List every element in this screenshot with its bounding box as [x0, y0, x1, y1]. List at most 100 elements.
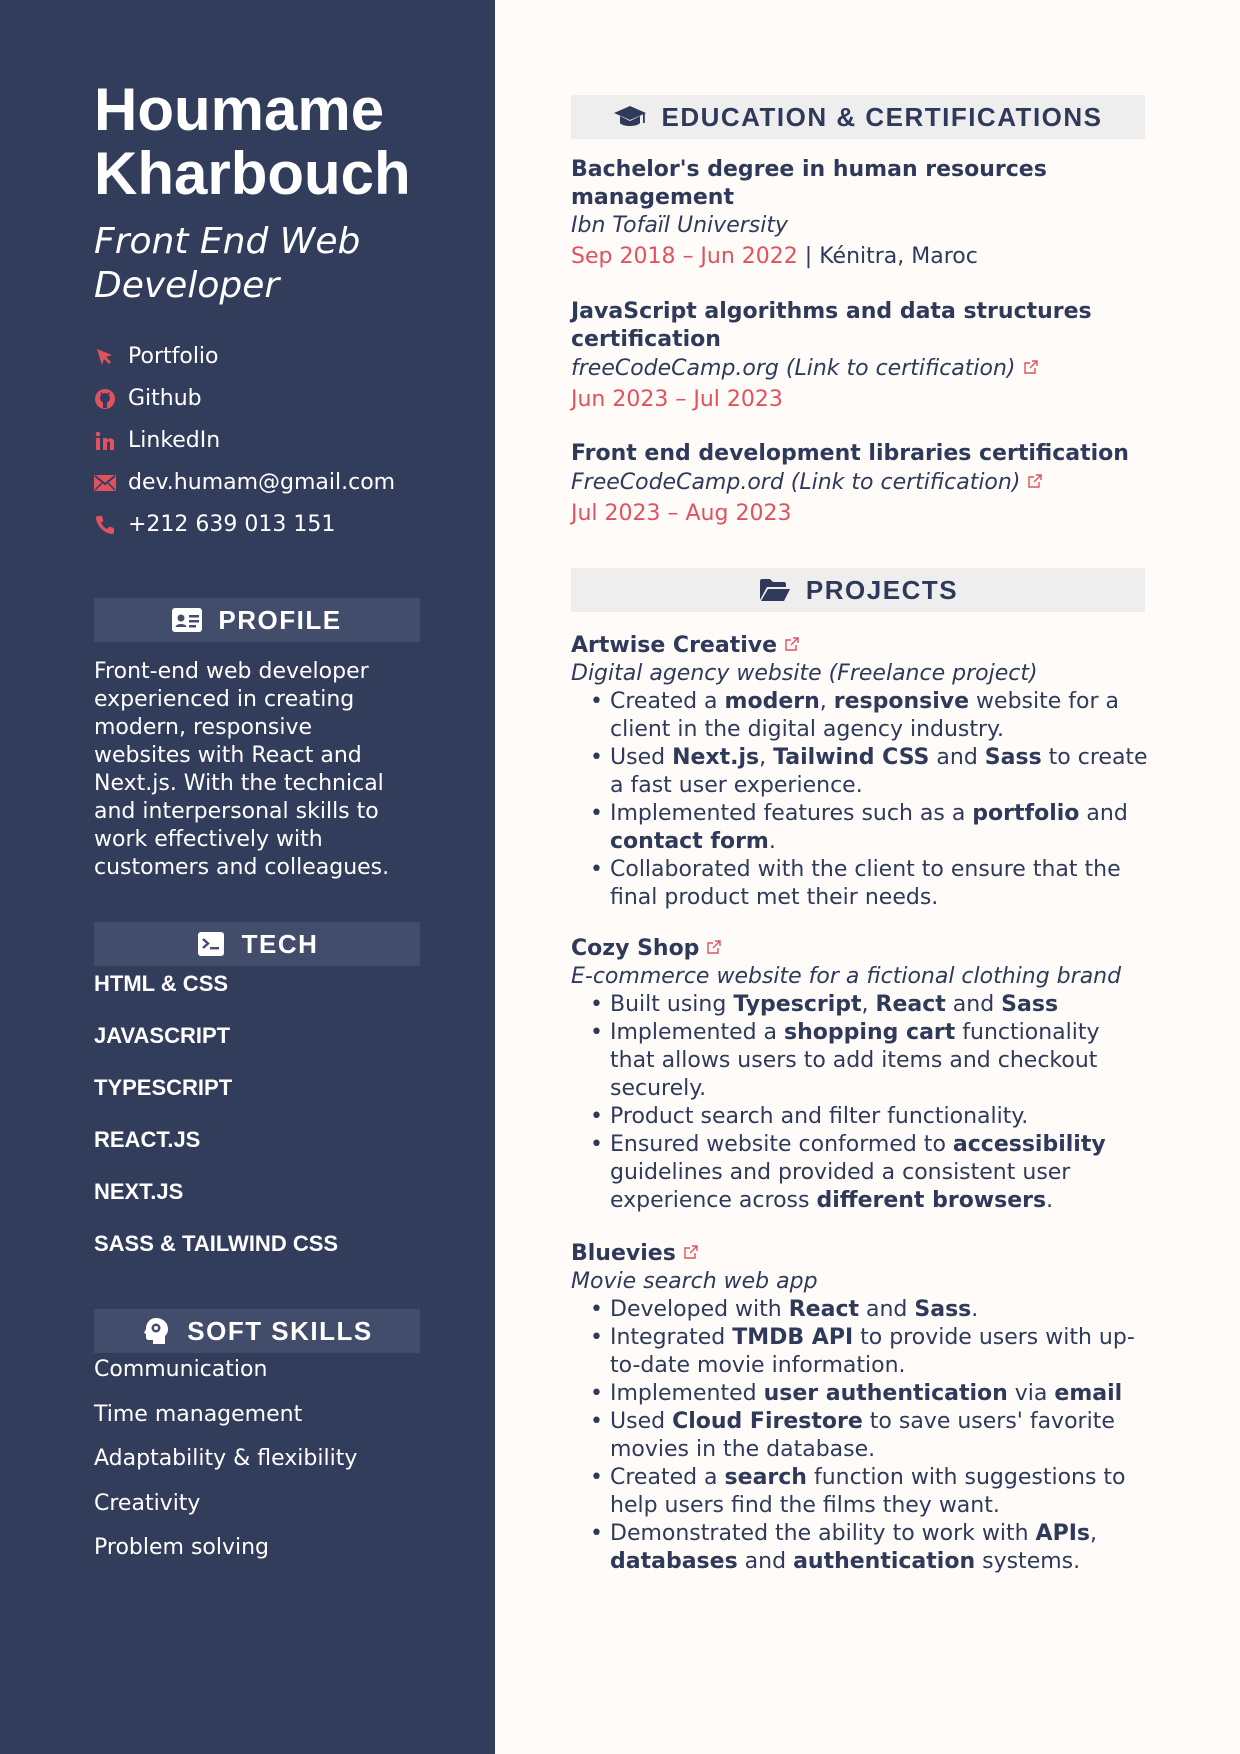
education-title: Bachelor's degree in human resources man… — [571, 156, 1151, 212]
soft-skills-heading-bar: SOFT SKILLS — [94, 1309, 420, 1353]
external-link-icon — [1028, 468, 1043, 488]
linkedin-icon — [94, 430, 116, 452]
bold-phrase: React — [875, 992, 946, 1017]
external-link-icon — [1023, 354, 1038, 374]
bold-phrase: Cloud Firestore — [672, 1409, 863, 1434]
brain-head-icon — [141, 1318, 171, 1344]
terminal-icon — [196, 931, 226, 957]
contact-label: LinkedIn — [128, 428, 221, 453]
project-bullet: Implemented a shopping cart functionalit… — [571, 1019, 1151, 1103]
name-first: Houmame — [94, 76, 385, 143]
contact-label: +212 639 013 151 — [128, 512, 336, 537]
contact-linkedin-link[interactable]: LinkedIn — [94, 420, 474, 462]
project-link[interactable]: Cozy Shop — [571, 934, 1151, 963]
id-card-icon — [172, 607, 203, 633]
bold-phrase: responsive — [833, 689, 970, 714]
job-title-line1: Front End Web — [94, 221, 361, 262]
bold-phrase: Sass — [1001, 992, 1059, 1017]
contact-email-link[interactable]: dev.humam@gmail.com — [94, 462, 474, 504]
project-link[interactable]: Artwise Creative — [571, 631, 1151, 660]
soft-skills-list: Communication Time management Adaptabili… — [94, 1356, 357, 1579]
bold-phrase: portfolio — [972, 801, 1080, 826]
certification-dates: Jul 2023 – Aug 2023 — [571, 501, 792, 526]
email-icon — [94, 472, 116, 494]
project-bullet: Collaborated with the client to ensure t… — [571, 856, 1151, 912]
certification-title-line: certification — [571, 327, 721, 352]
certification-title-line: JavaScript algorithms and data structure… — [571, 299, 1092, 324]
bold-phrase: Sass — [914, 1297, 972, 1322]
external-link-icon — [707, 934, 722, 954]
project-entry: Bluevies Movie search web app Developed … — [571, 1239, 1151, 1576]
job-title-line2: Developer — [94, 265, 280, 306]
job-title: Front End Web Developer — [94, 220, 474, 308]
bold-phrase: authentication — [793, 1549, 976, 1574]
contact-phone-link[interactable]: +212 639 013 151 — [94, 504, 474, 546]
soft-skill-item: Adaptability & flexibility — [94, 1446, 358, 1471]
github-icon — [94, 388, 116, 410]
project-bullet: Product search and filter functionality. — [571, 1103, 1151, 1131]
contact-label: dev.humam@gmail.com — [128, 470, 396, 495]
project-bullet: Demonstrated the ability to work with AP… — [571, 1520, 1151, 1576]
project-bullet: Integrated TMDB API to provide users wit… — [571, 1324, 1151, 1380]
project-bullets: Developed with React and Sass.Integrated… — [571, 1296, 1151, 1576]
project-name: Cozy Shop — [571, 936, 700, 961]
project-subtitle: E-commerce website for a fictional cloth… — [571, 964, 1122, 989]
certification-issuer: freeCodeCamp.org (Link to certification) — [571, 356, 1016, 381]
certification-meta: Jun 2023 – Jul 2023 — [571, 386, 1151, 414]
project-bullet: Used Next.js, Tailwind CSS and Sass to c… — [571, 744, 1151, 800]
soft-skill-item: Creativity — [94, 1490, 201, 1516]
certification-link[interactable]: freeCodeCamp.org (Link to certification) — [571, 354, 1151, 383]
contact-github-link[interactable]: Github — [94, 378, 474, 420]
education-heading: EDUCATION & CERTIFICATIONS — [661, 101, 1103, 132]
education-dates: Sep 2018 – Jun 2022 — [571, 244, 798, 269]
bold-phrase: user authentication — [763, 1381, 1008, 1406]
tech-item: TYPESCRIPT — [94, 1075, 233, 1100]
education-title-line: management — [571, 185, 734, 210]
projects-heading: PROJECTS — [805, 574, 959, 605]
contact-label: Github — [128, 386, 202, 411]
project-entry: Cozy Shop E-commerce website for a ficti… — [571, 934, 1151, 1215]
project-entry: Artwise Creative Digital agency website … — [571, 631, 1151, 912]
tech-item: NEXT.JS — [94, 1179, 184, 1204]
bold-phrase: APIs — [1035, 1521, 1090, 1546]
folder-open-icon — [758, 577, 792, 603]
profile-heading-bar: PROFILE — [94, 598, 420, 642]
project-bullets: Created a modern, responsive website for… — [571, 688, 1151, 912]
bold-phrase: Tailwind CSS — [773, 745, 930, 770]
bold-phrase: contact form — [610, 829, 769, 854]
bold-phrase: search — [724, 1465, 807, 1490]
profile-heading: PROFILE — [218, 604, 342, 635]
cursor-icon — [94, 346, 116, 368]
certification-link[interactable]: FreeCodeCamp.ord (Link to certification) — [571, 468, 1151, 497]
soft-skill-item: Communication — [94, 1357, 268, 1382]
name-last: Kharbouch — [94, 140, 411, 207]
education-entry: Bachelor's degree in human resources man… — [571, 156, 1151, 271]
bold-phrase: Sass — [984, 745, 1042, 770]
contact-label: Portfolio — [128, 344, 219, 369]
separator: | — [797, 244, 820, 269]
tech-heading-bar: TECH — [94, 922, 420, 966]
project-bullet: Created a modern, responsive website for… — [571, 688, 1151, 744]
project-bullet: Used Cloud Firestore to save users' favo… — [571, 1408, 1151, 1464]
bold-phrase: accessibility — [952, 1132, 1106, 1157]
project-bullet: Ensured website conformed to accessibili… — [571, 1131, 1151, 1215]
bold-phrase: different browsers — [816, 1188, 1047, 1213]
soft-skills-heading: SOFT SKILLS — [187, 1315, 373, 1346]
certification-entry: Front end development libraries certific… — [571, 440, 1151, 528]
graduation-cap-icon — [613, 104, 647, 130]
main-content: EDUCATION & CERTIFICATIONS Bachelor's de… — [495, 0, 1240, 1754]
tech-heading: TECH — [241, 928, 319, 959]
sidebar: Houmame Kharbouch Front End Web Develope… — [0, 0, 495, 1754]
soft-skill-item: Time management — [94, 1401, 303, 1427]
external-link-icon — [684, 1239, 698, 1259]
project-link[interactable]: Bluevies — [571, 1239, 1151, 1268]
project-bullet: Built using Typescript, React and Sass — [571, 991, 1151, 1019]
education-meta: Sep 2018 – Jun 2022 | Kénitra, Maroc — [571, 243, 1151, 271]
contact-list: Portfolio Github LinkedIn dev.humam@gmai… — [94, 336, 474, 546]
education-location: Kénitra, Maroc — [819, 244, 978, 269]
contact-portfolio-link[interactable]: Portfolio — [94, 336, 474, 378]
tech-item: JAVASCRIPT — [94, 1023, 231, 1048]
education-title-line: Bachelor's degree in human resources — [571, 157, 1047, 182]
profile-summary: Front-end web developer experienced in c… — [94, 659, 390, 880]
tech-item: HTML & CSS — [94, 971, 229, 996]
